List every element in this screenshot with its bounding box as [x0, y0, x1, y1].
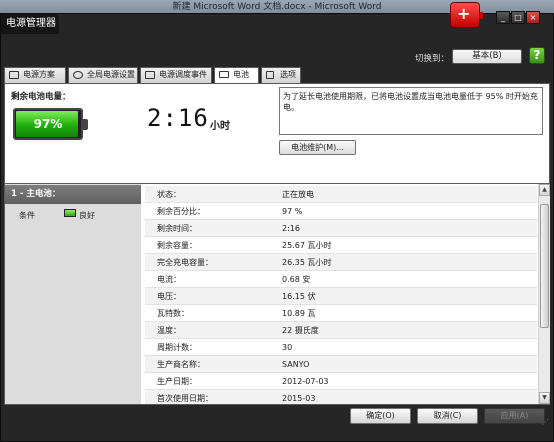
battery-maintenance-button[interactable]: 电池维护(M)... — [279, 140, 356, 155]
details-scrollbar[interactable]: ▲ ▼ — [538, 184, 550, 404]
tab-label: 电源调度事件 — [159, 70, 207, 79]
tab-schedule-events[interactable]: 电源调度事件 — [140, 67, 212, 83]
detail-key: 周期计数： — [157, 343, 197, 352]
detail-value: 30 — [282, 343, 293, 352]
detail-value: 26.35 瓦小时 — [282, 258, 332, 267]
tab-battery[interactable]: 电池 — [214, 67, 259, 84]
battery-gauge: 97% — [13, 108, 88, 140]
apply-button[interactable]: 应用(A) — [484, 408, 545, 424]
power-plan-icon — [9, 71, 19, 79]
tab-label: 选项 — [280, 70, 296, 79]
detail-value: 97 % — [282, 207, 303, 216]
detail-key: 剩余百分比： — [157, 207, 205, 216]
condition-value: 良好 — [79, 211, 95, 220]
detail-value: 2012-07-03 — [282, 377, 329, 386]
battery-list-item[interactable]: 1 - 主电池： — [5, 185, 141, 204]
scrollbar-thumb[interactable] — [540, 204, 549, 328]
battery-icon — [219, 71, 229, 78]
detail-value: 0.68 安 — [282, 275, 311, 284]
tab-label: 电源方案 — [23, 70, 55, 79]
checkbox-icon — [266, 71, 274, 79]
resize-grip-icon[interactable]: ⋰ — [542, 418, 549, 426]
time-unit: 小时 — [210, 121, 230, 132]
detail-key: 电压： — [157, 292, 181, 301]
detail-key: 状态： — [157, 190, 181, 199]
switch-bar: 切换到： 基本(B) ? — [2, 45, 552, 67]
table-row: 剩余容量： 25.67 瓦小时 — [145, 237, 537, 254]
table-row: 周期计数： 30 — [145, 339, 537, 356]
schedule-icon — [145, 71, 155, 79]
tab-label: 电池 — [233, 70, 249, 79]
detail-key: 生产商名称： — [157, 360, 205, 369]
bottom-button-bar: 确定(O) 取消(C) 应用(A) ⋰ — [2, 405, 552, 429]
remaining-charge-label: 剩余电池电量： — [11, 92, 71, 102]
detail-key: 温度： — [157, 326, 181, 335]
battery-logo-icon: + — [450, 2, 483, 28]
tab-options[interactable]: 选项 — [261, 67, 301, 83]
gear-icon — [73, 71, 83, 79]
tab-label: 全局电源设置 — [87, 70, 135, 79]
table-row: 电流： 0.68 安 — [145, 271, 537, 288]
table-row: 瓦特数： 10.89 瓦 — [145, 305, 537, 322]
detail-value: 16.15 伏 — [282, 292, 316, 301]
table-row: 剩余时间： 2:16 — [145, 220, 537, 237]
scroll-down-icon[interactable]: ▼ — [539, 392, 550, 404]
battery-gauge-tip — [83, 119, 88, 130]
minimize-button[interactable]: _ — [496, 11, 510, 24]
battery-note: 为了延长电池使用期限，已将电池设置成当电池电量低于 95% 时开始充电。 — [279, 87, 543, 135]
detail-key: 剩余时间： — [157, 224, 197, 233]
table-row: 电压： 16.15 伏 — [145, 288, 537, 305]
table-row: 温度： 22 摄氏度 — [145, 322, 537, 339]
detail-value: 22 摄氏度 — [282, 326, 319, 335]
tab-bar: 电源方案 全局电源设置 电源调度事件 电池 选项 — [4, 67, 550, 84]
app-title: 电源管理器 — [1, 14, 59, 34]
table-row: 剩余百分比： 97 % — [145, 203, 537, 220]
detail-key: 完全充电容量： — [157, 258, 213, 267]
cancel-button[interactable]: 取消(C) — [417, 408, 478, 424]
table-row: 完全充电容量： 26.35 瓦小时 — [145, 254, 537, 271]
detail-key: 剩余容量： — [157, 241, 197, 250]
battery-percent: 97% — [33, 117, 63, 131]
detail-key: 生产日期： — [157, 377, 197, 386]
tab-power-plan[interactable]: 电源方案 — [4, 67, 66, 83]
detail-key: 瓦特数： — [157, 309, 189, 318]
table-row: 状态： 正在放电 — [145, 186, 537, 203]
close-button[interactable]: × — [526, 11, 540, 24]
battery-summary-panel: 剩余电池电量： 97% 2:16 小时 为了延长电池使用期限，已将电池设置成当电… — [4, 83, 550, 184]
maximize-button[interactable]: □ — [511, 11, 525, 24]
detail-key: 电流： — [157, 275, 181, 284]
detail-value: SANYO — [282, 360, 310, 369]
switch-label: 切换到： — [415, 54, 450, 64]
battery-condition-icon — [64, 209, 76, 217]
detail-key: 首次使用日期： — [157, 394, 213, 403]
details-table: 状态： 正在放电 剩余百分比： 97 % 剩余时间： 2:16 剩余容量： 25.67 … — [145, 184, 537, 404]
switch-mode-button[interactable]: 基本(B) — [452, 49, 522, 64]
help-icon[interactable]: ? — [529, 47, 545, 64]
time-remaining: 2:16 — [147, 104, 209, 132]
ok-button[interactable]: 确定(O) — [350, 408, 411, 424]
detail-value: 2:16 — [282, 224, 300, 233]
table-row: 生产商名称： SANYO — [145, 356, 537, 373]
condition-label: 条件 — [19, 211, 35, 220]
detail-value: 2015-03 — [282, 394, 316, 403]
table-row: 首次使用日期： 2015-03 — [145, 390, 537, 404]
battery-list: 1 - 主电池： 条件 良好 — [5, 184, 141, 404]
scroll-up-icon[interactable]: ▲ — [539, 184, 550, 196]
detail-value: 25.67 瓦小时 — [282, 241, 332, 250]
table-row: 生产日期： 2012-07-03 — [145, 373, 537, 390]
detail-value: 正在放电 — [282, 190, 314, 199]
tab-global-settings[interactable]: 全局电源设置 — [68, 67, 138, 83]
battery-details-panel: 1 - 主电池： 条件 良好 状态： 正在放电 剩余百分比： 97 % 剩余时间： 2… — [4, 184, 550, 405]
detail-value: 10.89 瓦 — [282, 309, 316, 318]
